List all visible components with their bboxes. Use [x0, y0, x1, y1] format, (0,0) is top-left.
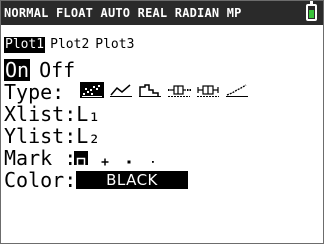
color-label: Color: — [4, 168, 77, 192]
ylist-row: Ylist:L₂ — [4, 125, 100, 147]
type-row: Type: — [4, 80, 248, 104]
xlist-value[interactable]: L₁ — [76, 102, 100, 126]
status-bar: NORMAL FLOAT AUTO REAL RADIAN MP — [1, 1, 323, 25]
xlist-label: Xlist: — [4, 102, 77, 126]
modified-boxplot-icon[interactable] — [167, 82, 191, 98]
battery-icon — [306, 1, 317, 21]
mode-status-text: NORMAL FLOAT AUTO REAL RADIAN MP — [4, 6, 242, 20]
color-row: Color: BLACK — [4, 168, 188, 192]
mark-label: Mark : — [4, 146, 77, 170]
calculator-screen: NORMAL FLOAT AUTO REAL RADIAN MP Plot1 Pl… — [0, 0, 324, 244]
normal-probability-icon[interactable] — [225, 82, 249, 98]
plus-mark-icon[interactable] — [98, 151, 112, 166]
on-option[interactable]: On — [4, 59, 31, 81]
boxplot-icon[interactable] — [196, 82, 220, 98]
ylist-label: Ylist: — [4, 124, 77, 148]
xlist-row: Xlist:L₁ — [4, 103, 100, 125]
tab-plot2[interactable]: Plot2 — [49, 37, 90, 53]
box-mark-icon[interactable] — [74, 151, 88, 167]
on-off-row: On Off — [4, 59, 84, 81]
scatter-plot-icon[interactable] — [80, 82, 104, 98]
tab-plot1[interactable]: Plot1 — [4, 37, 46, 53]
pixel-mark-icon[interactable] — [146, 151, 160, 165]
tab-plot3[interactable]: Plot3 — [94, 37, 135, 53]
color-value[interactable]: BLACK — [76, 171, 188, 189]
mark-row: Mark : — [4, 146, 154, 170]
type-label: Type: — [4, 80, 65, 104]
plot-tabs: Plot1 Plot2 Plot3 — [4, 37, 139, 53]
off-option[interactable]: Off — [38, 59, 76, 81]
dot-mark-icon[interactable] — [122, 151, 136, 165]
ylist-value[interactable]: L₂ — [76, 124, 100, 148]
xy-line-icon[interactable] — [109, 82, 133, 98]
histogram-icon[interactable] — [138, 82, 162, 98]
